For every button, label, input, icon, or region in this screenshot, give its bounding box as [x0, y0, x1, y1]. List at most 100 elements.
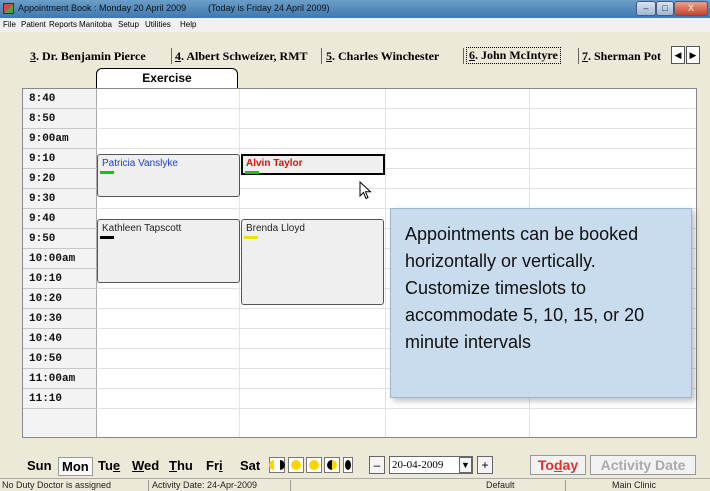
time-slot[interactable]: 11:10 — [23, 389, 97, 409]
time-slot[interactable]: 8:40 — [23, 89, 97, 109]
time-slot[interactable]: 9:50 — [23, 229, 97, 249]
appointment-name: Kathleen Tapscott — [102, 223, 182, 234]
doctor-tab-label: . Charles Winchester — [332, 49, 440, 63]
time-slot[interactable]: 10:00am — [23, 249, 97, 269]
status-bar: No Duty Doctor is assigned Activity Date… — [0, 478, 710, 491]
day-fri[interactable]: Fri — [206, 458, 223, 473]
tab-divider — [321, 48, 322, 64]
day-label: ed — [144, 458, 160, 473]
day-label: Mon — [62, 459, 89, 474]
doctor-tab-6[interactable]: 6. John McIntyre — [466, 47, 561, 64]
menu-reports[interactable]: Reports — [49, 20, 77, 29]
doctor-tab-label: . Sherman Pot — [588, 49, 661, 63]
time-slot[interactable]: 10:30 — [23, 309, 97, 329]
day-shortcut: e — [112, 458, 121, 473]
menu-help[interactable]: Help — [180, 20, 196, 29]
button-label: ay — [562, 457, 579, 473]
day-wed[interactable]: Wed — [132, 458, 159, 473]
moon-phase-icon[interactable] — [269, 457, 285, 473]
appointment-status-bar — [245, 171, 259, 174]
menu-setup[interactable]: Setup — [118, 20, 139, 29]
day-sun[interactable]: Sun — [27, 458, 52, 473]
time-slot[interactable]: 10:10 — [23, 269, 97, 289]
doctor-tab-label: . Albert Schweizer, RMT — [181, 49, 308, 63]
appointment-kathleen-tapscott[interactable]: Kathleen Tapscott — [97, 219, 240, 283]
appointment-alvin-taylor[interactable]: Alvin Taylor — [241, 154, 385, 175]
moon-phase-icon[interactable] — [324, 457, 340, 473]
tab-scroll-right-icon[interactable]: ▶ — [686, 46, 700, 64]
tab-scroll-left-icon[interactable]: ◀ — [671, 46, 685, 64]
next-date-button[interactable]: + — [477, 456, 493, 474]
location-status: Main Clinic — [612, 480, 657, 490]
button-label: To — [537, 457, 554, 473]
activity-date-status: Activity Date: 24-Apr-2009 — [152, 480, 258, 490]
doctor-tab-label: . John McIntyre — [475, 48, 558, 62]
time-slot[interactable]: 10:40 — [23, 329, 97, 349]
day-label: Tu — [98, 458, 113, 473]
doctor-tab-label: . Dr. Benjamin Pierce — [36, 49, 146, 63]
doctor-tab-7[interactable]: 7. Sherman Pot — [582, 49, 668, 64]
appointment-brenda-lloyd[interactable]: Brenda Lloyd — [241, 219, 384, 305]
moon-phase-icon[interactable] — [343, 457, 353, 473]
time-slot[interactable]: 9:20 — [23, 169, 97, 189]
grid-line — [97, 108, 696, 109]
activity-date-button[interactable]: Activity Date — [590, 455, 696, 475]
appointment-name: Alvin Taylor — [246, 158, 303, 169]
grid-line — [97, 408, 696, 409]
today-note: (Today is Friday 24 April 2009) — [208, 3, 330, 13]
appointment-name: Patricia Vanslyke — [102, 158, 178, 169]
status-separator — [290, 480, 291, 491]
mouse-cursor-icon — [359, 181, 372, 200]
time-slot[interactable]: 8:50 — [23, 109, 97, 129]
maximize-button[interactable]: □ — [656, 1, 674, 16]
menu-utilities[interactable]: Utilities — [145, 20, 171, 29]
menu-manitoba[interactable]: Manitoba — [79, 20, 112, 29]
grid-line — [97, 128, 696, 129]
column-tab-exercise[interactable]: Exercise — [96, 68, 238, 88]
time-slot[interactable]: 9:10 — [23, 149, 97, 169]
time-slot[interactable]: 10:20 — [23, 289, 97, 309]
feature-callout: Appointments can be booked horizontally … — [390, 208, 692, 398]
doctor-tab-3[interactable]: 3. Dr. Benjamin Pierce — [30, 49, 146, 64]
day-mon[interactable]: Mon — [58, 457, 93, 476]
moon-phase-icon[interactable] — [288, 457, 304, 473]
day-shortcut: T — [169, 458, 177, 473]
previous-date-button[interactable]: – — [369, 456, 385, 474]
time-slot[interactable]: 9:00am — [23, 129, 97, 149]
date-dropdown-icon[interactable]: ▼ — [459, 457, 472, 473]
day-label: hu — [176, 458, 193, 473]
moon-fill — [291, 460, 301, 470]
today-button[interactable]: Today — [530, 455, 586, 475]
moon-phase-icon[interactable] — [306, 457, 322, 473]
doctor-tab-5[interactable]: 5. Charles Winchester — [326, 49, 439, 64]
time-slot[interactable]: 9:30 — [23, 189, 97, 209]
day-shortcut: W — [132, 458, 145, 473]
time-column: 8:40 8:50 9:00am 9:10 9:20 9:30 9:40 9:5… — [23, 89, 97, 437]
button-shortcut: d — [553, 457, 563, 473]
tab-divider — [171, 48, 172, 64]
time-slot[interactable]: 11:00am — [23, 369, 97, 389]
menu-bar: File Patient Reports Manitoba Setup Util… — [0, 18, 710, 32]
moon-fill — [280, 460, 285, 470]
day-tue[interactable]: Tue — [98, 458, 120, 473]
time-slot[interactable]: 9:40 — [23, 209, 97, 229]
grid-column-line — [385, 89, 386, 437]
day-thu[interactable]: Thu — [169, 458, 193, 473]
doctor-tabs: 3. Dr. Benjamin Pierce 4. Albert Schweiz… — [0, 32, 710, 66]
appointment-status-bar — [100, 171, 114, 174]
status-separator — [565, 480, 566, 491]
status-separator — [148, 480, 149, 491]
menu-patient[interactable]: Patient — [21, 20, 46, 29]
close-button[interactable]: X — [674, 1, 708, 16]
day-sat[interactable]: Sat — [240, 458, 260, 473]
mode-status: Default — [486, 480, 515, 490]
doctor-tab-4[interactable]: 4. Albert Schweizer, RMT — [175, 49, 308, 64]
moon-fill — [309, 460, 319, 470]
appointment-patricia-vanslyke[interactable]: Patricia Vanslyke — [97, 154, 240, 197]
menu-file[interactable]: File — [3, 20, 16, 29]
duty-doctor-status: No Duty Doctor is assigned — [2, 480, 112, 490]
moon-fill — [269, 460, 274, 470]
minimize-button[interactable]: – — [636, 1, 656, 16]
time-slot[interactable]: 10:50 — [23, 349, 97, 369]
window-title: Appointment Book : Monday 20 April 2009 — [18, 3, 187, 13]
